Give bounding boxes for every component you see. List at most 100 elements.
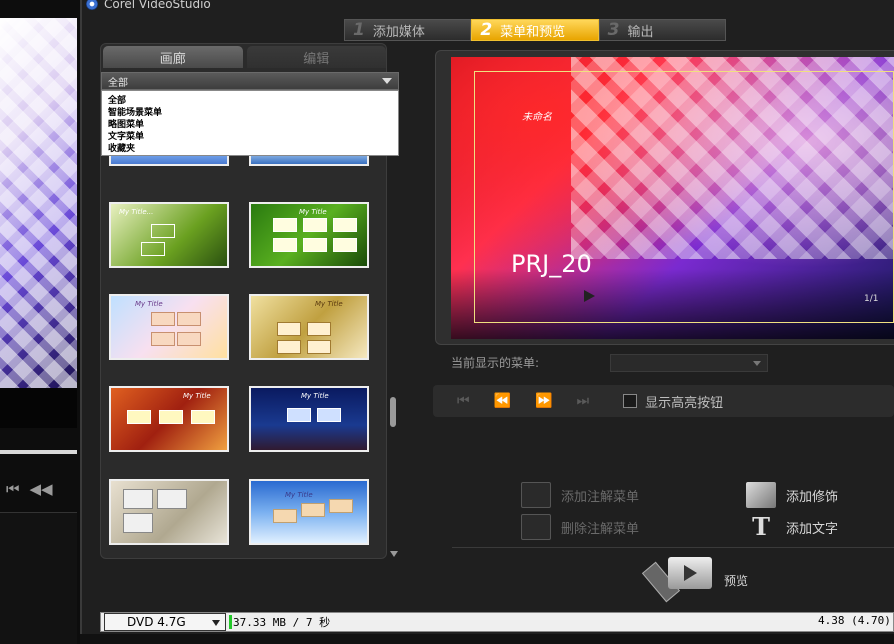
template-frame bbox=[191, 410, 215, 424]
template-frame bbox=[127, 410, 151, 424]
template-frame bbox=[141, 242, 165, 256]
background-lower-panel bbox=[0, 512, 77, 644]
template-frame bbox=[329, 499, 353, 513]
skip-end-icon[interactable]: ⏭ bbox=[576, 393, 589, 409]
app-icon bbox=[86, 0, 98, 10]
template-thumbnail[interactable]: My Title... bbox=[109, 202, 229, 268]
add-text-label: 添加文字 bbox=[786, 521, 839, 537]
template-thumbnail[interactable] bbox=[109, 479, 229, 545]
current-menu-select[interactable] bbox=[610, 354, 768, 372]
step-add-media[interactable]: 1 添加媒体 bbox=[344, 19, 472, 41]
current-menu-label: 当前显示的菜单: bbox=[451, 356, 540, 370]
background-video-preview bbox=[0, 18, 77, 388]
play-icon[interactable] bbox=[584, 290, 595, 302]
background-scrubber[interactable] bbox=[0, 450, 77, 454]
category-selected: 全部 bbox=[108, 77, 128, 89]
template-frame bbox=[151, 224, 175, 238]
template-frame bbox=[177, 332, 201, 346]
preview-label[interactable]: 预览 bbox=[724, 572, 748, 589]
category-option-favorites[interactable]: 收藏夹 bbox=[108, 143, 392, 155]
category-option-thumbnail-menu[interactable]: 略图菜单 bbox=[108, 119, 392, 131]
template-frame bbox=[159, 410, 183, 424]
add-decoration-label: 添加修饰 bbox=[786, 489, 839, 505]
template-title: My Title bbox=[299, 208, 327, 216]
template-frame bbox=[123, 489, 153, 509]
show-highlight-checkbox[interactable] bbox=[623, 394, 638, 408]
template-title: My Title... bbox=[119, 208, 154, 216]
menu-name[interactable]: 未命名 bbox=[522, 108, 552, 123]
step-number: 3 bbox=[607, 20, 620, 40]
template-frame bbox=[333, 238, 357, 252]
template-thumbnail[interactable]: My Title bbox=[109, 294, 229, 360]
template-frame bbox=[273, 509, 297, 523]
template-title: My Title bbox=[315, 300, 343, 308]
skip-start-icon[interactable]: ⏮ bbox=[457, 393, 470, 409]
fast-forward-icon[interactable]: ⏩ bbox=[535, 393, 552, 409]
template-title: My Title bbox=[135, 300, 163, 308]
note-menu-delete-icon bbox=[521, 514, 551, 540]
template-frame bbox=[157, 489, 187, 509]
add-text-button[interactable]: T 添加文字 bbox=[746, 514, 838, 540]
template-title: My Title bbox=[183, 392, 211, 400]
chevron-down-icon[interactable] bbox=[382, 78, 392, 84]
delete-note-menu-button[interactable]: 删除注解菜单 bbox=[521, 514, 639, 540]
template-frame bbox=[273, 218, 297, 232]
background-app-panel: ⏮ ◀◀ bbox=[0, 0, 80, 644]
step-output[interactable]: 3 输出 bbox=[598, 19, 726, 41]
template-thumbnail[interactable]: My Title bbox=[249, 202, 369, 268]
bottom-strip bbox=[80, 634, 894, 644]
gallery-panel: 画廊 编辑 My Title... My Title My Title My T… bbox=[100, 43, 399, 559]
decoration-add-icon bbox=[746, 482, 776, 508]
template-frame bbox=[303, 238, 327, 252]
template-frame bbox=[301, 503, 325, 517]
template-frame bbox=[177, 312, 201, 326]
show-highlight-label: 显示高亮按钮 bbox=[645, 395, 724, 411]
add-decoration-button[interactable]: 添加修饰 bbox=[746, 482, 838, 508]
template-thumbnail[interactable]: My Title bbox=[249, 386, 369, 452]
template-frame bbox=[307, 322, 331, 336]
tab-gallery[interactable]: 画廊 bbox=[103, 46, 243, 68]
gallery-scrollbar[interactable] bbox=[390, 397, 396, 427]
step-number: 1 bbox=[353, 20, 365, 40]
template-thumbnail[interactable]: My Title bbox=[109, 386, 229, 452]
add-note-menu-button[interactable]: 添加注解菜单 bbox=[521, 482, 639, 508]
monitor-play-icon bbox=[668, 557, 712, 589]
delete-note-menu-label: 删除注解菜单 bbox=[561, 521, 640, 537]
step-number: 2 bbox=[480, 20, 493, 40]
category-option-text-menu[interactable]: 文字菜单 bbox=[108, 131, 392, 143]
template-frame bbox=[123, 513, 153, 533]
disc-type-select[interactable]: DVD 4.7G bbox=[104, 613, 226, 631]
step-label: 添加媒体 bbox=[372, 24, 425, 40]
template-thumbnail[interactable]: My Title bbox=[249, 294, 369, 360]
step-menu-preview[interactable]: 2 菜单和预览 bbox=[471, 19, 599, 41]
template-frame bbox=[151, 312, 175, 326]
divider bbox=[452, 547, 894, 548]
page-count: 1/1 bbox=[864, 294, 879, 304]
scroll-down-icon[interactable] bbox=[390, 551, 398, 557]
background-transport: ⏮ ◀◀ bbox=[0, 472, 80, 506]
background-strip bbox=[0, 388, 77, 428]
template-frame bbox=[273, 238, 297, 252]
preview-button[interactable] bbox=[641, 555, 712, 603]
template-frame bbox=[277, 322, 301, 336]
step-bar: 1 添加媒体 2 菜单和预览 3 输出 bbox=[344, 19, 726, 41]
rewind-icon[interactable]: ⏪ bbox=[494, 393, 511, 409]
step-label: 输出 bbox=[627, 24, 654, 40]
step-label: 菜单和预览 bbox=[500, 24, 566, 40]
disc-capacity: 4.38 (4.70) bbox=[818, 614, 891, 627]
template-thumbnail[interactable]: My Title bbox=[249, 479, 369, 545]
category-option-smart-scene[interactable]: 智能场景菜单 bbox=[108, 107, 392, 119]
usage-fill bbox=[229, 615, 232, 629]
category-option-all[interactable]: 全部 bbox=[108, 95, 392, 107]
app-title: Corel VideoStudio bbox=[104, 0, 211, 11]
note-menu-add-icon bbox=[521, 482, 551, 508]
tab-edit[interactable]: 编辑 bbox=[246, 46, 386, 68]
project-title[interactable]: PRJ_20 bbox=[511, 250, 592, 278]
template-frame bbox=[317, 408, 341, 422]
category-dropdown-menu: 全部 智能场景菜单 略图菜单 文字菜单 收藏夹 bbox=[101, 90, 399, 156]
step-back-icon[interactable]: ◀◀ bbox=[30, 480, 53, 498]
category-dropdown[interactable]: 全部 bbox=[101, 72, 399, 90]
used-size: 37.33 MB / 7 秒 bbox=[233, 616, 331, 629]
title-bar: Corel VideoStudio bbox=[82, 0, 894, 14]
skip-start-icon[interactable]: ⏮ bbox=[6, 480, 20, 498]
